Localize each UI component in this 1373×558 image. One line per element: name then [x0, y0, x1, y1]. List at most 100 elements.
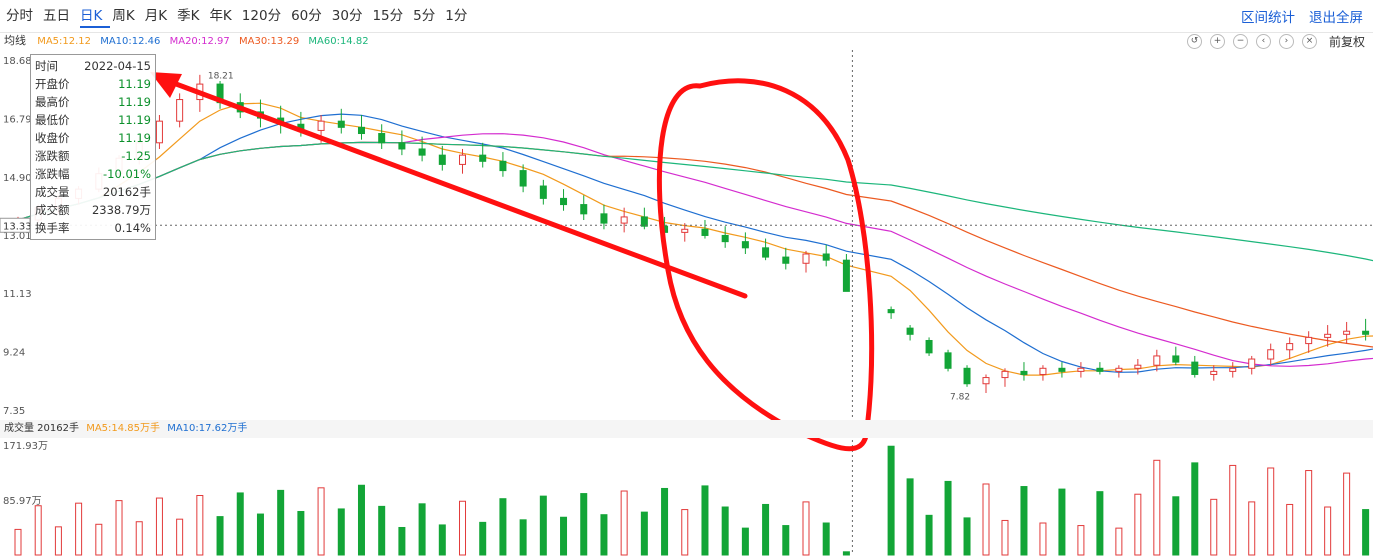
candle-body	[1115, 367, 1123, 372]
ma20-value: MA20:12.97	[169, 36, 230, 47]
tab-2[interactable]: 日K	[80, 6, 111, 28]
ma5-value: MA5:12.12	[37, 36, 92, 47]
period-toolbar: 分时 五日 日K 周K 月K 季K 年K 120分 60分 30分 15分 5分 1分 区间统计 退出全…	[0, 0, 1373, 33]
volume-bar	[155, 497, 163, 556]
volume-bar	[1001, 519, 1009, 556]
tab-5[interactable]: 季K	[177, 6, 207, 28]
candle-body	[982, 377, 990, 385]
volume-ma5: MA5:14.85万手	[86, 423, 161, 434]
candle-body	[681, 228, 689, 233]
volume-bar	[600, 514, 608, 556]
volume-bar	[640, 511, 648, 556]
volume-bar	[721, 506, 729, 556]
volume-ma10: MA10:17.62万手	[167, 423, 248, 434]
reset-icon[interactable]: ↺	[1186, 34, 1202, 49]
candle-body	[1362, 330, 1370, 335]
candle-body	[1324, 333, 1332, 338]
candle-body	[620, 216, 628, 224]
tooltip-row: 时间 2022-04-15	[35, 57, 151, 75]
volume-bar	[1153, 459, 1161, 556]
volume-bar	[539, 495, 547, 556]
volume-bar	[14, 528, 22, 556]
candle-body	[1305, 336, 1313, 345]
volume-bar	[1115, 527, 1123, 556]
volume-bar	[438, 524, 446, 556]
candle-body	[963, 367, 971, 385]
tab-0[interactable]: 分时	[6, 6, 41, 28]
low-annotation: 7.82	[950, 392, 970, 402]
candle-body	[378, 133, 386, 144]
volume-bar	[135, 521, 143, 556]
ma-legend: 均线 MA5:12.12 MA10:12.46 MA20:12.97 MA30:…	[0, 33, 1373, 49]
volume-bar	[95, 523, 103, 556]
tooltip-row: 成交量 20162手	[35, 183, 151, 201]
zoom-out-icon[interactable]: −	[1232, 34, 1248, 49]
volume-bar	[1058, 488, 1066, 556]
volume-legend: 成交量 20162手 MA5:14.85万手 MA10:17.62万手	[0, 420, 1373, 438]
tooltip-row: 涨跌额 -1.25	[35, 147, 151, 165]
close-icon[interactable]: ×	[1301, 34, 1317, 49]
tab-8[interactable]: 60分	[291, 6, 330, 28]
tab-7[interactable]: 120分	[242, 6, 289, 28]
candle-body	[944, 352, 952, 369]
prev-icon[interactable]: ‹	[1255, 34, 1271, 49]
volume-bar	[256, 513, 264, 556]
candle-body	[1172, 355, 1180, 363]
volume-bar	[1286, 503, 1294, 556]
range-stats-button[interactable]: 区间统计	[1241, 6, 1295, 26]
volume-bar	[822, 522, 830, 556]
volume-bar	[661, 487, 669, 556]
tab-3[interactable]: 周K	[112, 6, 142, 28]
price-tick-label: 18.68	[3, 56, 32, 67]
red-circle-annotation	[656, 78, 875, 452]
tab-6[interactable]: 年K	[209, 6, 239, 28]
kline-chart[interactable]: 18.68 16.79 14.90 13.01 11.13 9.24 7.35 18.21 7.…	[0, 50, 1373, 558]
restore-toggle[interactable]: 前复权	[1329, 33, 1365, 50]
candle-body	[741, 241, 749, 249]
volume-bar	[317, 487, 325, 556]
candle-body	[1058, 367, 1066, 372]
volume-bar	[1362, 509, 1370, 556]
candle-body	[1191, 361, 1199, 375]
volume-bar	[75, 502, 83, 556]
tooltip-value: 11.19	[118, 113, 151, 127]
volume-bar	[519, 519, 527, 556]
candle-body	[1001, 370, 1009, 379]
tooltip-value: 11.19	[118, 95, 151, 109]
high-annotation: 18.21	[208, 72, 234, 82]
tab-11[interactable]: 5分	[413, 6, 443, 28]
candle-body	[560, 197, 568, 206]
price-tick-label: 14.90	[3, 173, 32, 184]
volume-bar	[418, 503, 426, 556]
volume-bar	[887, 445, 895, 556]
tab-4[interactable]: 月K	[145, 6, 175, 28]
tab-1[interactable]: 五日	[43, 6, 78, 28]
candle-body	[519, 170, 527, 187]
zoom-in-icon[interactable]: +	[1209, 34, 1225, 49]
volume-bar	[762, 503, 770, 556]
tooltip-value: 0.14%	[114, 221, 151, 235]
volume-bar	[1020, 486, 1028, 556]
next-icon[interactable]: ›	[1278, 34, 1294, 49]
volume-bar	[1191, 462, 1199, 556]
ohlc-tooltip: 时间 2022-04-15 开盘价 11.19 最高价 11.19 最低价 11.19 收盘价 1…	[30, 54, 156, 240]
tab-12[interactable]: 1分	[445, 6, 475, 28]
candle-body	[1343, 330, 1351, 335]
volume-bar	[1343, 472, 1351, 556]
tab-10[interactable]: 15分	[372, 6, 411, 28]
crosshair-price-label: 13.33	[3, 221, 32, 232]
candle-body	[802, 253, 810, 264]
exit-fullscreen-button[interactable]: 退出全屏	[1309, 6, 1363, 26]
candle-body	[438, 154, 446, 165]
tooltip-key: 成交量	[35, 185, 70, 199]
volume-bar	[337, 508, 345, 556]
tooltip-value: 2338.79万	[91, 203, 151, 217]
candle-body	[782, 256, 790, 264]
candle-body	[357, 126, 365, 135]
volume-bar	[802, 501, 810, 556]
tooltip-row: 开盘价 11.19	[35, 75, 151, 93]
tooltip-key: 涨跌幅	[35, 167, 70, 181]
tab-9[interactable]: 30分	[332, 6, 371, 28]
volume-bar	[236, 492, 244, 556]
tooltip-value: 11.19	[118, 131, 151, 145]
